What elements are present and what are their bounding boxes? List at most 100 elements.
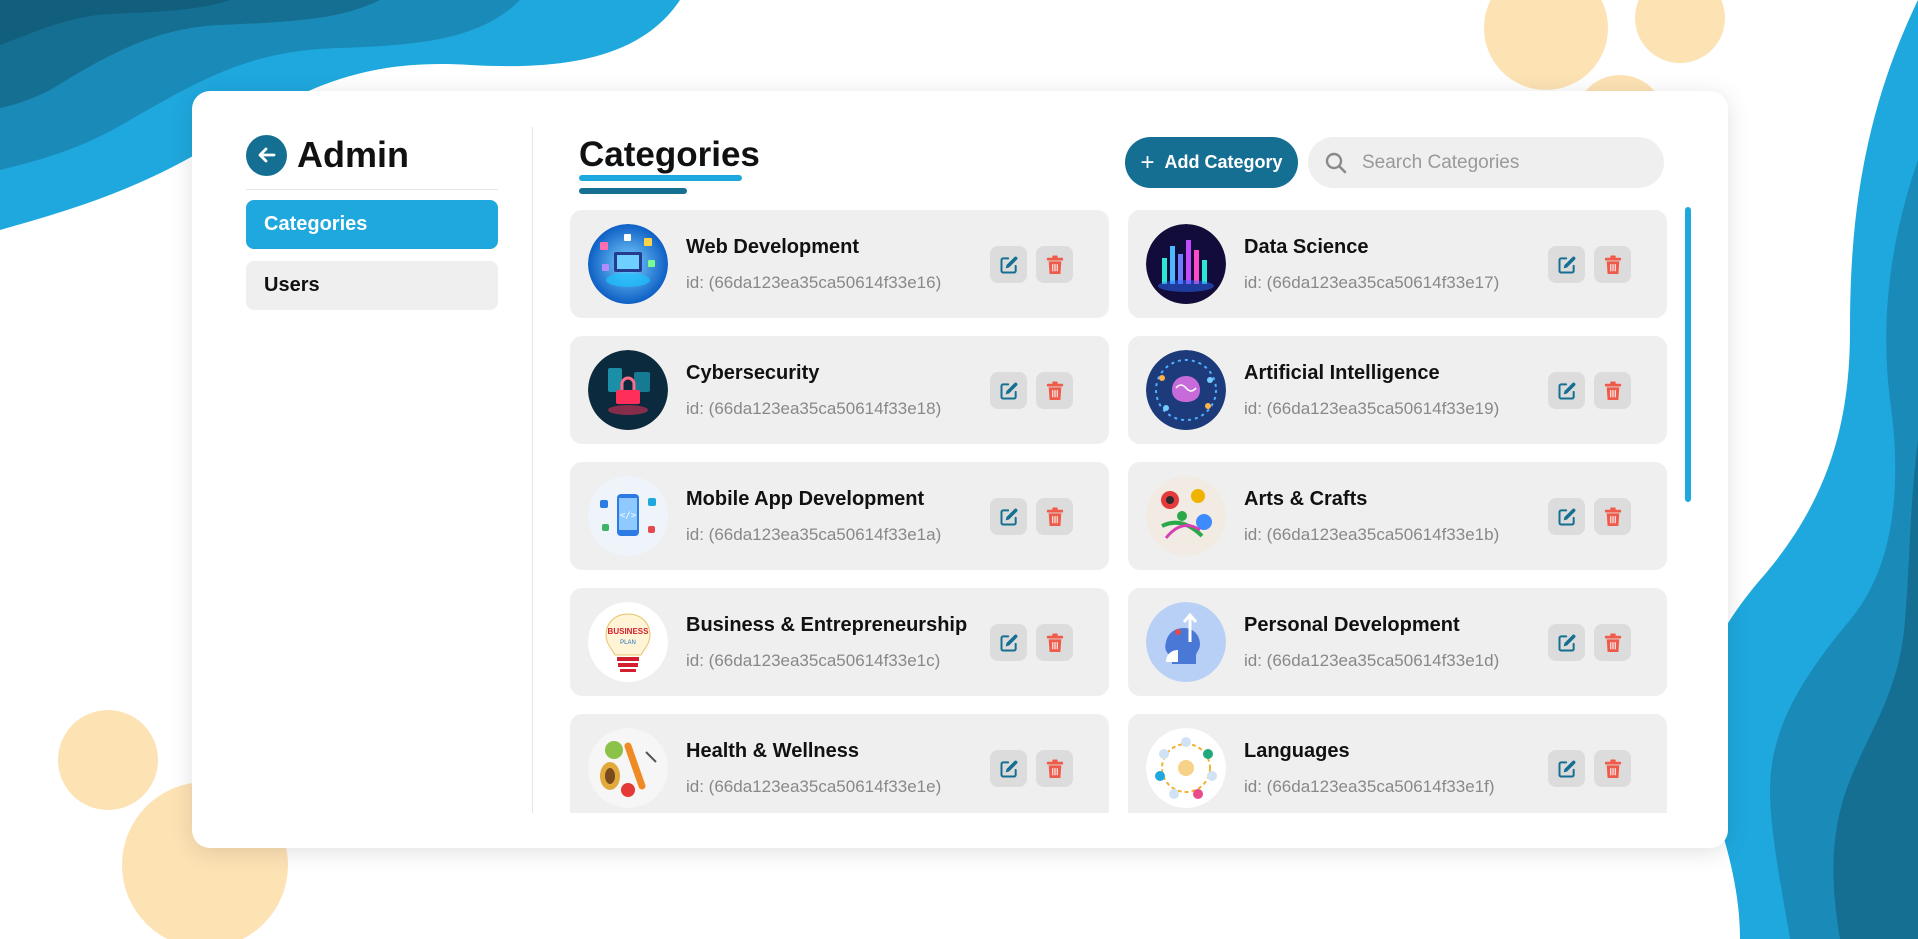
trash-icon xyxy=(1604,507,1621,526)
category-info: Artificial Intelligence id: (66da123ea35… xyxy=(1244,362,1499,419)
trash-icon xyxy=(1604,255,1621,274)
category-name: Arts & Crafts xyxy=(1244,487,1368,510)
category-info: Business & Entrepreneurship id: (66da123… xyxy=(686,614,967,671)
category-card: Arts & Crafts id: (66da123ea35ca50614f33… xyxy=(1128,462,1667,570)
category-id: id: (66da123ea35ca50614f33e1f) xyxy=(1244,776,1495,796)
category-id: id: (66da123ea35ca50614f33e1a) xyxy=(686,524,942,544)
delete-button[interactable] xyxy=(1594,372,1631,409)
category-id: id: (66da123ea35ca50614f33e1e) xyxy=(686,776,942,796)
trash-icon xyxy=(1046,633,1063,652)
health-food-thumb xyxy=(588,728,668,808)
category-card: Artificial Intelligence id: (66da123ea35… xyxy=(1128,336,1667,444)
sidebar-item-categories[interactable]: Categories xyxy=(246,200,498,249)
category-actions xyxy=(990,246,1073,283)
cybersecurity-thumb xyxy=(588,350,668,430)
edit-button[interactable] xyxy=(990,750,1027,787)
web-development-thumb xyxy=(588,224,668,304)
category-card: Data Science id: (66da123ea35ca50614f33e… xyxy=(1128,210,1667,318)
edit-button[interactable] xyxy=(1548,624,1585,661)
title-underline xyxy=(579,175,742,181)
delete-button[interactable] xyxy=(1594,750,1631,787)
arts-crafts-thumb xyxy=(1146,476,1226,556)
delete-button[interactable] xyxy=(1036,246,1073,283)
category-actions xyxy=(1548,498,1631,535)
delete-button[interactable] xyxy=(1594,624,1631,661)
category-list: Web Development id: (66da123ea35ca50614f… xyxy=(570,210,1680,813)
category-name: Personal Development xyxy=(1244,613,1460,636)
category-actions xyxy=(1548,750,1631,787)
trash-icon xyxy=(1046,507,1063,526)
sidebar-divider xyxy=(532,127,533,813)
category-info: Personal Development id: (66da123ea35ca5… xyxy=(1244,614,1499,671)
sidebar-item-users[interactable]: Users xyxy=(246,261,498,310)
edit-button[interactable] xyxy=(1548,750,1585,787)
category-actions xyxy=(1548,372,1631,409)
delete-button[interactable] xyxy=(1036,372,1073,409)
data-science-thumb xyxy=(1146,224,1226,304)
svg-text:PLAN: PLAN xyxy=(620,640,636,646)
edit-button[interactable] xyxy=(990,498,1027,535)
edit-icon xyxy=(1558,256,1575,273)
trash-icon xyxy=(1604,633,1621,652)
delete-button[interactable] xyxy=(1036,750,1073,787)
category-info: Arts & Crafts id: (66da123ea35ca50614f33… xyxy=(1244,488,1499,545)
category-id: id: (66da123ea35ca50614f33e1b) xyxy=(1244,524,1500,544)
edit-button[interactable] xyxy=(1548,372,1585,409)
category-name: Web Development xyxy=(686,235,859,258)
edit-icon xyxy=(1558,634,1575,651)
back-button[interactable] xyxy=(246,134,287,176)
trash-icon xyxy=(1604,759,1621,778)
category-actions xyxy=(990,372,1073,409)
category-info: Cybersecurity id: (66da123ea35ca50614f33… xyxy=(686,362,941,419)
mobile-app-thumb: </> xyxy=(588,476,668,556)
edit-icon xyxy=(1000,760,1017,777)
edit-icon xyxy=(1000,382,1017,399)
category-actions xyxy=(1548,246,1631,283)
arrow-left-icon xyxy=(258,147,275,163)
category-actions xyxy=(990,624,1073,661)
category-id: id: (66da123ea35ca50614f33e18) xyxy=(686,398,942,418)
search-input[interactable] xyxy=(1360,150,1644,175)
languages-thumb xyxy=(1146,728,1226,808)
category-actions xyxy=(990,750,1073,787)
scrollbar-thumb[interactable] xyxy=(1685,207,1691,502)
page-title: Categories xyxy=(579,135,760,174)
delete-button[interactable] xyxy=(1036,624,1073,661)
edit-button[interactable] xyxy=(990,246,1027,283)
category-name: Cybersecurity xyxy=(686,361,820,384)
category-id: id: (66da123ea35ca50614f33e17) xyxy=(1244,272,1500,292)
delete-button[interactable] xyxy=(1594,498,1631,535)
edit-button[interactable] xyxy=(1548,498,1585,535)
trash-icon xyxy=(1604,381,1621,400)
sidebar-title: Admin xyxy=(297,134,409,175)
ai-brain-thumb xyxy=(1146,350,1226,430)
edit-button[interactable] xyxy=(990,372,1027,409)
svg-text:</>: </> xyxy=(620,511,637,521)
category-info: Health & Wellness id: (66da123ea35ca5061… xyxy=(686,740,941,797)
category-card: Personal Development id: (66da123ea35ca5… xyxy=(1128,588,1667,696)
category-name: Business & Entrepreneurship xyxy=(686,613,968,636)
category-id: id: (66da123ea35ca50614f33e1d) xyxy=(1244,650,1500,670)
add-category-label: Add Category xyxy=(1164,152,1283,172)
category-actions xyxy=(990,498,1073,535)
category-name: Health & Wellness xyxy=(686,739,860,762)
delete-button[interactable] xyxy=(1594,246,1631,283)
sidebar: Admin Categories Users xyxy=(246,127,498,310)
edit-button[interactable] xyxy=(1548,246,1585,283)
category-actions xyxy=(1548,624,1631,661)
edit-button[interactable] xyxy=(990,624,1027,661)
category-card: Health & Wellness id: (66da123ea35ca5061… xyxy=(570,714,1109,813)
trash-icon xyxy=(1046,381,1063,400)
category-info: Data Science id: (66da123ea35ca50614f33e… xyxy=(1244,236,1499,293)
admin-panel: Admin Categories Users Categories + Add … xyxy=(192,91,1728,848)
add-category-button[interactable]: + Add Category xyxy=(1125,137,1298,188)
svg-text:BUSINESS: BUSINESS xyxy=(608,627,650,636)
edit-icon xyxy=(1000,508,1017,525)
edit-icon xyxy=(1558,508,1575,525)
edit-icon xyxy=(1000,256,1017,273)
delete-button[interactable] xyxy=(1036,498,1073,535)
category-id: id: (66da123ea35ca50614f33e19) xyxy=(1244,398,1500,418)
edit-icon xyxy=(1558,382,1575,399)
category-id: id: (66da123ea35ca50614f33e1c) xyxy=(686,650,941,670)
category-card: Languages id: (66da123ea35ca50614f33e1f) xyxy=(1128,714,1667,813)
